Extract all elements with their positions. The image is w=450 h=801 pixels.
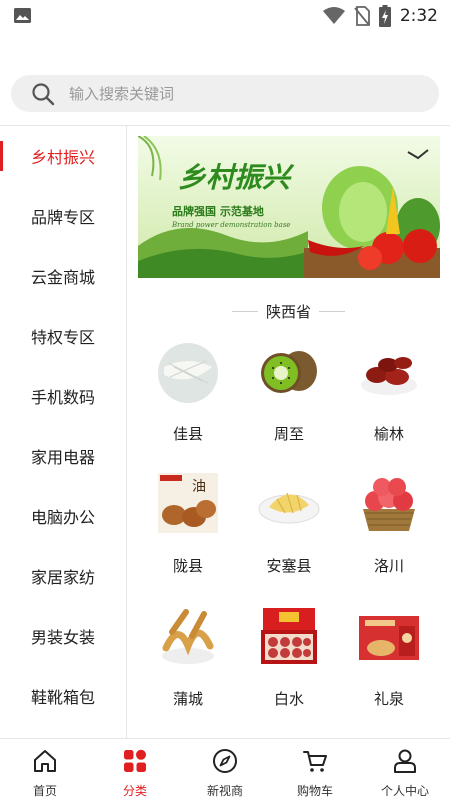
clock-time: 2:32 (399, 6, 438, 26)
apple-gift-box-image (261, 608, 317, 664)
product-item-liquan[interactable]: 礼泉 (339, 602, 439, 709)
search-bar[interactable] (11, 75, 439, 112)
svg-text:油: 油 (192, 479, 206, 495)
sidebar-item-yunjin-mall[interactable]: 云金商城 (0, 246, 126, 306)
gift-box-image (359, 616, 419, 660)
heading-divider-left (231, 310, 258, 312)
product-item-pucheng[interactable]: 蒲城 (138, 602, 238, 709)
tab-label: 购物车 (296, 784, 333, 798)
oil-cakes-image: 油 (158, 473, 218, 533)
product-name: 礼泉 (373, 690, 404, 708)
kiwi-image (261, 351, 317, 393)
sidebar-item-privilege-zone[interactable]: 特权专区 (0, 306, 126, 366)
search-icon (32, 82, 55, 105)
home-icon (34, 750, 56, 772)
sidebar-item-computer-office[interactable]: 电脑办公 (0, 486, 126, 546)
product-name: 蒲城 (172, 690, 203, 708)
product-name: 周至 (273, 425, 304, 443)
sidebar-item-home-textiles[interactable]: 家居家纺 (0, 546, 126, 606)
sidebar-item-label: 家用电器 (31, 448, 96, 467)
fried-dough-image (162, 609, 214, 664)
tab-label: 新视商 (206, 784, 243, 798)
sidebar-item-label: 电脑办公 (31, 508, 96, 527)
product-name: 白水 (273, 690, 304, 708)
sidebar-item-shoes-bags[interactable]: 鞋靴箱包 (0, 666, 126, 726)
battery-charging-icon (378, 5, 391, 27)
sidebar-item-label: 云金商城 (31, 268, 96, 287)
section-title: 陕西省 (265, 302, 311, 321)
tab-label: 分类 (122, 784, 147, 798)
banner-title: 乡村振兴 (178, 161, 291, 194)
image-icon (14, 8, 31, 23)
red-dates-image (361, 357, 417, 395)
product-name: 佳县 (172, 425, 203, 443)
heading-divider-right (319, 310, 345, 312)
banner-subtitle: 品牌强国 示范基地 (172, 205, 264, 218)
product-item-zhouzhi[interactable]: 周至 (239, 337, 339, 444)
search-input[interactable] (69, 84, 389, 103)
product-item-luochuan[interactable]: 洛川 (339, 469, 439, 576)
tab-profile[interactable]: 个人中心 (360, 739, 450, 801)
sidebar-item-label: 家居家纺 (31, 568, 96, 587)
sidebar-item-label: 手机数码 (31, 388, 96, 407)
product-name: 洛川 (373, 557, 404, 575)
apples-image (363, 478, 415, 531)
sidebar-item-label: 特权专区 (31, 328, 96, 347)
sidebar-item-label: 男装女装 (31, 628, 96, 647)
tab-discover[interactable]: 新视商 (180, 739, 270, 801)
sidebar-item-clothing[interactable]: 男装女装 (0, 606, 126, 666)
sidebar-item-label: 鞋靴箱包 (31, 688, 96, 707)
sidebar-item-label: 乡村振兴 (31, 148, 96, 167)
sidebar-item-appliances[interactable]: 家用电器 (0, 426, 126, 486)
tab-label: 个人中心 (380, 784, 429, 798)
promo-banner[interactable]: 乡村振兴 品牌强国 示范基地 Brand power demonstration… (138, 136, 440, 278)
wifi-icon (322, 7, 345, 24)
sidebar-item-label: 品牌专区 (31, 208, 96, 227)
sidebar-item-rural-revitalization[interactable]: 乡村振兴 (0, 126, 126, 186)
product-name: 榆林 (373, 425, 404, 443)
product-item-ansaixian[interactable]: 安塞县 (239, 469, 339, 576)
tab-category[interactable]: 分类 (90, 739, 180, 801)
product-name: 安塞县 (266, 557, 312, 575)
tab-label: 首页 (32, 784, 57, 798)
vermicelli-image (158, 343, 218, 403)
person-icon (394, 749, 416, 773)
millet-cake-image (258, 492, 320, 524)
tab-cart[interactable]: 购物车 (270, 739, 360, 801)
sidebar-item-brand-zone[interactable]: 品牌专区 (0, 186, 126, 246)
no-sim-icon (354, 6, 370, 26)
product-item-yulin[interactable]: 榆林 (339, 337, 439, 444)
tab-home[interactable]: 首页 (0, 739, 90, 801)
compass-icon (213, 749, 237, 773)
product-item-longxian[interactable]: 油 陇县 (138, 469, 238, 576)
product-name: 陇县 (172, 557, 203, 575)
product-item-jiaxian[interactable]: 佳县 (138, 337, 238, 444)
banner-subtitle-en: Brand power demonstration base (172, 221, 291, 229)
bottom-tab-bar: 首页 分类 新视商 购物车 个人中心 (0, 738, 450, 800)
sidebar-item-phones-digital[interactable]: 手机数码 (0, 366, 126, 426)
category-icon (124, 749, 146, 772)
category-sidebar: 乡村振兴 品牌专区 云金商城 特权专区 手机数码 家用电器 电脑办公 家居家纺 … (0, 126, 127, 738)
cart-icon (303, 751, 327, 772)
product-item-baishui[interactable]: 白水 (239, 602, 339, 709)
section-heading: 陕西省 (127, 300, 450, 322)
status-bar: 2:32 (0, 0, 450, 32)
